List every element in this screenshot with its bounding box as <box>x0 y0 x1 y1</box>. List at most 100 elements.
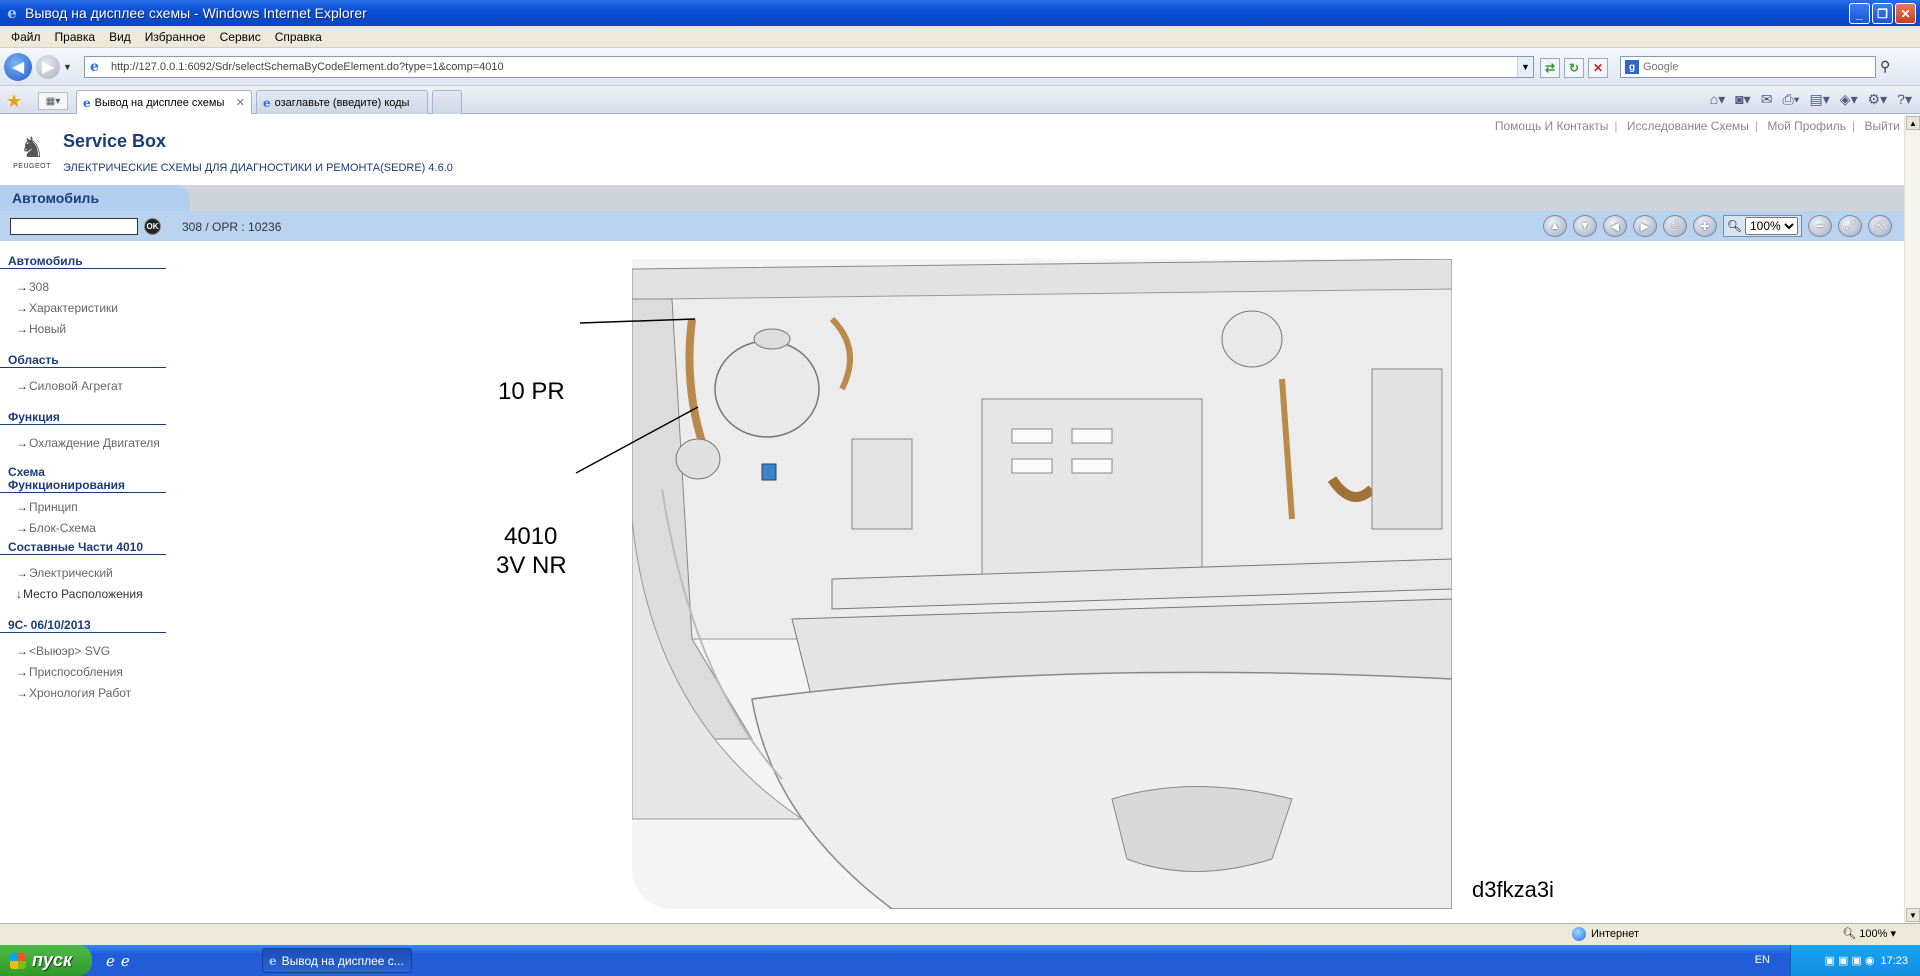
tab-close-icon[interactable]: ✕ <box>236 96 245 109</box>
arrow-down-icon[interactable]: ▼ <box>1572 215 1597 237</box>
my-profile-link[interactable]: Мой Профиль <box>1767 119 1846 133</box>
language-indicator[interactable]: EN <box>1755 954 1770 966</box>
page-menu-icon[interactable]: ▤▾ <box>1810 91 1830 108</box>
sidebar-item[interactable]: ↓Место Расположения <box>0 584 170 605</box>
sidebar-item[interactable]: →<Выюэр> SVG <box>0 641 170 662</box>
window-titlebar: e Вывод на дисплее схемы - Windows Inter… <box>0 0 1920 26</box>
brand-name: PEUGEOT <box>13 163 51 170</box>
address-bar[interactable]: e http://127.0.0.1:6092/Sdr/selectSchema… <box>84 56 1534 78</box>
diagram-reference: d3fkza3i <box>1472 877 1554 902</box>
menu-help[interactable]: Справка <box>268 30 329 44</box>
start-button[interactable]: пуск <box>0 945 92 976</box>
quick-launch: ℯ ℯ <box>106 952 130 970</box>
maximize-button[interactable]: ❐ <box>1872 3 1893 24</box>
safety-icon[interactable]: ◈▾ <box>1840 91 1858 108</box>
new-tab-button[interactable] <box>432 90 462 114</box>
sidebar-item[interactable]: →Приспособления <box>0 662 170 683</box>
sidebar-item[interactable]: →Охлаждение Двигателя <box>0 433 170 454</box>
stop-icon[interactable]: ✕ <box>1588 58 1608 78</box>
sidebar-item[interactable]: →Принцип <box>0 497 170 518</box>
tab-label: Вывод на дисплее схемы <box>94 96 225 109</box>
sidebar-item[interactable]: →Блок-Схема <box>0 518 170 539</box>
code-input[interactable] <box>10 218 138 235</box>
menu-file[interactable]: Файл <box>4 30 48 44</box>
help-contacts-link[interactable]: Помощь И Контакты <box>1495 119 1608 133</box>
ok-button[interactable]: OK <box>144 218 161 235</box>
ie-icon: e <box>7 4 17 22</box>
zone-label: Интернет <box>1591 928 1639 940</box>
address-url[interactable]: http://127.0.0.1:6092/Sdr/selectSchemaBy… <box>111 61 1517 73</box>
zoom-select[interactable]: 100% <box>1745 217 1798 235</box>
arrow-left-icon[interactable]: ◀ <box>1602 215 1627 237</box>
search-box[interactable]: g <box>1620 56 1876 78</box>
system-tray: ▣ ▣ ▣ ◉ 17:23 <box>1790 945 1920 976</box>
back-button[interactable]: ◀ <box>4 52 32 81</box>
schema-research-link[interactable]: Исследование Схемы <box>1627 119 1749 133</box>
breadcrumb: 308 / OPR : 10236 <box>182 220 282 234</box>
help-icon[interactable]: ?▾ <box>1897 91 1912 108</box>
refresh-icon[interactable]: ↻ <box>1564 58 1584 78</box>
search-input[interactable] <box>1643 61 1875 73</box>
tools-gear-icon[interactable]: ⚙▾ <box>1868 91 1888 108</box>
scroll-down-icon[interactable]: ▼ <box>1906 908 1920 922</box>
close-window-button[interactable]: ✕ <box>1895 3 1916 24</box>
menu-favorites[interactable]: Избранное <box>138 30 213 44</box>
window-title: Вывод на дисплее схемы - Windows Interne… <box>25 5 367 21</box>
tray-icons[interactable]: ▣ ▣ ▣ ◉ <box>1825 954 1875 967</box>
fit-screen-icon[interactable]: ⤢ <box>1838 215 1862 237</box>
print-icon[interactable]: ⎙▾ <box>1782 91 1799 108</box>
tab-page-icon: e <box>83 95 91 110</box>
arrow-right-icon[interactable]: ▶ <box>1632 215 1657 237</box>
logout-link[interactable]: Выйти <box>1864 119 1900 133</box>
sidebar-item[interactable]: →Электрический <box>0 563 170 584</box>
tab-active[interactable]: e Вывод на дисплее схемы ✕ <box>76 90 252 114</box>
ie-quicklaunch-icon[interactable]: ℯ <box>106 952 115 970</box>
address-dropdown-icon[interactable]: ▼ <box>1517 57 1533 77</box>
sidebar-item[interactable]: →308 <box>0 277 170 298</box>
security-zone: Интернет <box>1572 927 1639 941</box>
sidebar-item[interactable]: →Хронология Работ <box>0 683 170 704</box>
menu-view[interactable]: Вид <box>102 30 138 44</box>
status-zoom[interactable]: 🔍︎ 100% ▾ <box>1842 927 1896 940</box>
search-icon[interactable]: ⚲ <box>1880 58 1890 75</box>
page-icon: e <box>90 59 99 75</box>
sidebar-item[interactable]: →Характеристики <box>0 298 170 319</box>
callout-3vnr: 3V NR <box>496 552 567 579</box>
menu-bar: Файл Правка Вид Избранное Сервис Справка <box>0 26 1920 48</box>
sidebar-item[interactable]: →Новый <box>0 319 170 340</box>
sidebar-group-title: Область <box>0 354 166 368</box>
favorites-star-icon[interactable]: ★ <box>6 91 22 112</box>
print-icon[interactable]: ⎙ <box>1662 215 1687 237</box>
quick-tabs-icon[interactable]: ▦▾ <box>38 92 68 110</box>
zoom-control: 🔍︎ 100% <box>1722 215 1802 237</box>
tab-page-icon: e <box>263 95 271 110</box>
taskbar-item-ie[interactable]: e Вывод на дисплее с... <box>262 948 412 973</box>
clock: 17:23 <box>1880 954 1908 967</box>
callout-leaders <box>575 318 699 474</box>
zoom-out-icon[interactable]: ━ <box>1808 215 1832 237</box>
callout-4010: 4010 <box>504 523 558 550</box>
history-dropdown-icon[interactable]: ▼ <box>63 62 72 72</box>
tab-label: озаглавьте (введите) коды <box>274 96 410 109</box>
zoom-in-icon[interactable]: ✚ <box>1692 215 1717 237</box>
minimize-button[interactable]: _ <box>1849 3 1870 24</box>
tab-bar: ★ ▦▾ e Вывод на дисплее схемы ✕ e озагла… <box>0 86 1920 114</box>
windows-flag-icon <box>10 952 26 969</box>
compat-view-icon[interactable]: ⇄ <box>1540 58 1560 78</box>
arrow-up-icon[interactable]: ▲ <box>1542 215 1567 237</box>
app-title: Service Box <box>63 131 167 151</box>
forward-button[interactable]: ▶ <box>36 54 60 79</box>
vertical-scrollbar[interactable]: ▲ ▼ <box>1904 115 1920 923</box>
home-icon[interactable]: ⌂▾ <box>1710 91 1725 108</box>
menu-edit[interactable]: Правка <box>48 30 103 44</box>
mail-icon[interactable]: ✉ <box>1761 91 1773 108</box>
scroll-up-icon[interactable]: ▲ <box>1906 116 1920 130</box>
magnifier-icon: 🔍︎ <box>1726 219 1742 233</box>
ie-quicklaunch-icon-2[interactable]: ℯ <box>121 952 130 970</box>
feeds-icon[interactable]: ◙▾ <box>1735 91 1750 108</box>
sidebar-item[interactable]: →Силовой Агрегат <box>0 376 170 397</box>
status-bar: Интернет 🔍︎ 100% ▾ <box>0 923 1920 945</box>
menu-tools[interactable]: Сервис <box>213 30 268 44</box>
tab-inactive[interactable]: e озаглавьте (введите) коды <box>256 90 428 114</box>
open-window-icon[interactable]: ⇱ <box>1868 215 1892 237</box>
